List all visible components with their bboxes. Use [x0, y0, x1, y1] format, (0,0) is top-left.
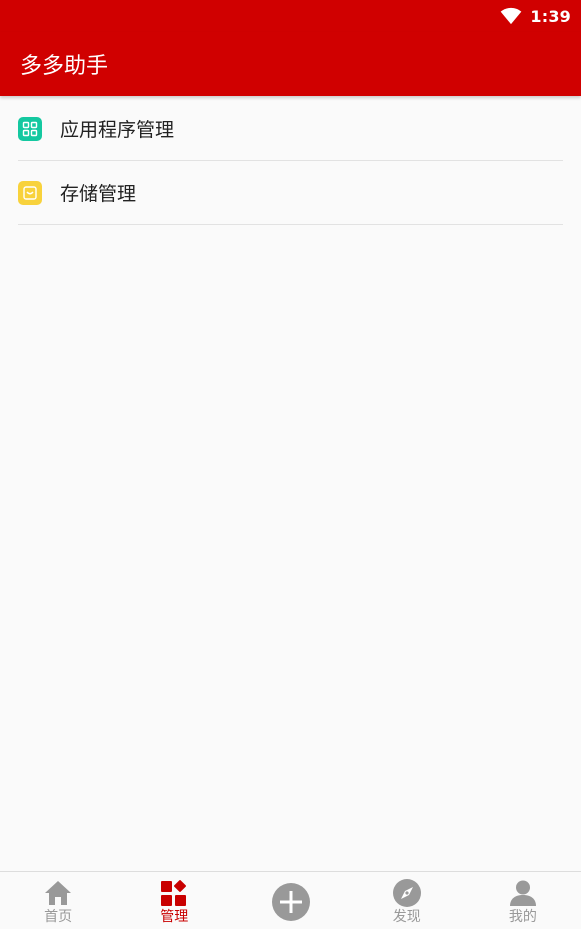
grid-icon	[18, 116, 42, 141]
tab-profile[interactable]: 我的	[465, 872, 581, 929]
storage-icon	[18, 180, 42, 205]
list-item-label: 应用程序管理	[60, 119, 175, 141]
app-bar: 多多助手	[0, 32, 581, 96]
tab-home[interactable]: 首页	[0, 872, 116, 929]
status-time: 1:39	[530, 6, 571, 26]
menu-list: 应用程序管理 存储管理	[18, 97, 563, 225]
tab-profile-label: 我的	[508, 909, 537, 925]
status-bar: 1:39	[0, 0, 581, 32]
list-item-label: 存储管理	[60, 183, 137, 205]
compass-icon	[392, 878, 422, 908]
app-title: 多多助手	[20, 54, 109, 79]
manage-icon	[159, 878, 189, 908]
app-root: 1:39 多多助手 应用程序管理 存储管理 首页 管理 发现 我的	[0, 0, 581, 929]
bottom-nav: 首页 管理 发现 我的	[0, 871, 581, 929]
wifi-icon	[501, 7, 522, 25]
list-item-storage-management[interactable]: 存储管理	[18, 161, 563, 225]
tab-manage-label: 管理	[160, 909, 189, 925]
tab-home-label: 首页	[44, 909, 73, 925]
person-icon	[508, 878, 538, 908]
tab-discover[interactable]: 发现	[349, 872, 465, 929]
tab-add[interactable]	[232, 872, 348, 929]
add-icon	[271, 882, 311, 922]
home-icon	[43, 878, 73, 908]
tab-discover-label: 发现	[392, 909, 421, 925]
tab-manage[interactable]: 管理	[116, 872, 232, 929]
list-item-app-management[interactable]: 应用程序管理	[18, 97, 563, 161]
